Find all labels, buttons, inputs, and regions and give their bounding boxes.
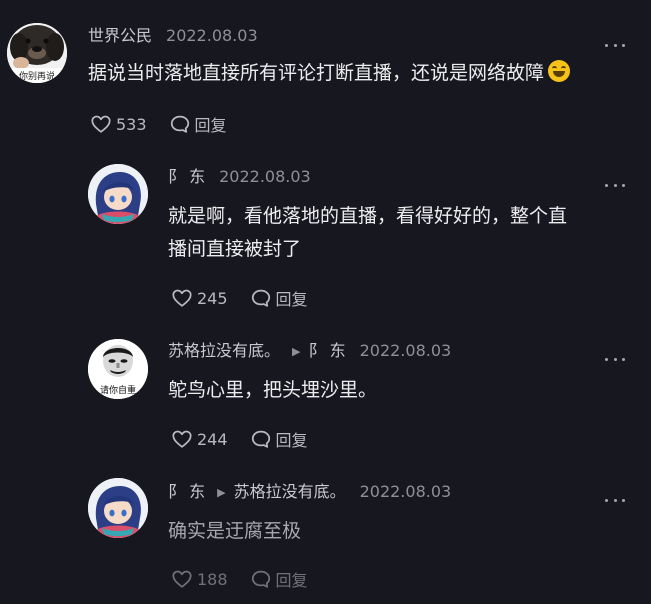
reply-arrow-icon: ▶: [292, 345, 301, 358]
reply-label: 回复: [194, 116, 227, 135]
like-button[interactable]: 188: [171, 568, 228, 590]
heart-icon: [171, 428, 193, 450]
comment-date: 2022.08.03: [166, 26, 258, 45]
anime-girl-avatar-image: [88, 478, 148, 538]
avatar[interactable]: [88, 478, 148, 538]
reply-button[interactable]: 回复: [250, 567, 308, 591]
heart-icon: [171, 568, 193, 590]
reply-label: 回复: [275, 290, 308, 309]
comment-actions: 245 回复: [171, 286, 308, 310]
more-options-button[interactable]: [605, 181, 625, 189]
like-button[interactable]: 244: [171, 428, 228, 450]
heart-icon: [171, 287, 193, 309]
more-options-button[interactable]: [605, 496, 625, 504]
like-count: 244: [197, 429, 228, 449]
avatar[interactable]: 你别再说: [7, 23, 67, 83]
comment-actions: 533 回复: [90, 112, 227, 136]
comment-actions: 244 回复: [171, 427, 308, 451]
anime-girl-avatar-image: [88, 164, 148, 224]
reply-button[interactable]: 回复: [250, 427, 308, 451]
comment-date: 2022.08.03: [219, 167, 311, 186]
reply-to-username[interactable]: 苏格拉没有底。: [234, 482, 346, 501]
more-options-button[interactable]: [605, 355, 625, 363]
reply-arrow-icon: ▶: [217, 486, 226, 499]
comment-bubble-icon: [250, 428, 272, 450]
comment-text-line-1: 就是啊，看他落地的直播，看得好好的，整个直: [168, 205, 568, 227]
avatar[interactable]: [88, 164, 148, 224]
comment-date: 2022.08.03: [359, 341, 452, 360]
like-count: 188: [197, 569, 228, 589]
username[interactable]: 阝 东: [168, 482, 205, 501]
like-button[interactable]: 533: [90, 113, 147, 135]
reply-label: 回复: [275, 431, 308, 450]
reply-label: 回复: [275, 571, 308, 590]
comment-bubble-icon: [250, 568, 272, 590]
meme-face-avatar-image: 请你自重: [88, 339, 148, 399]
like-count: 245: [197, 288, 228, 308]
comment-meta: 阝 东 2022.08.03: [168, 165, 311, 189]
like-button[interactable]: 245: [171, 287, 228, 309]
comment-date: 2022.08.03: [359, 482, 452, 501]
comment-meta: 世界公民 2022.08.03: [88, 24, 258, 48]
comment-text: 就是啊，看他落地的直播，看得好好的，整个直 播间直接被封了: [168, 200, 567, 266]
avatar[interactable]: 请你自重: [88, 339, 148, 399]
username[interactable]: 世界公民: [88, 26, 152, 45]
svg-text:你别再说: 你别再说: [19, 70, 55, 82]
laughing-tears-emoji-icon: [548, 60, 571, 82]
svg-text:请你自重: 请你自重: [100, 384, 136, 396]
comment-text: 据说当时落地直接所有评论打断直播，还说是网络故障: [88, 57, 571, 90]
reply-to-username[interactable]: 阝 东: [308, 341, 345, 360]
comment-meta: 阝 东 ▶ 苏格拉没有底。 2022.08.03: [168, 480, 451, 504]
dog-avatar-image: 你别再说: [7, 23, 67, 83]
comment-text: 确实是迂腐至极: [168, 520, 302, 542]
reply-button[interactable]: 回复: [169, 112, 227, 136]
username[interactable]: 苏格拉没有底。: [168, 341, 280, 360]
comment-text-line-2: 播间直接被封了: [168, 238, 302, 260]
comment-meta: 苏格拉没有底。 ▶ 阝 东 2022.08.03: [168, 339, 451, 363]
comment-bubble-icon: [169, 113, 191, 135]
reply-button[interactable]: 回复: [250, 286, 308, 310]
comment-actions: 188 回复: [171, 567, 308, 591]
comment-text: 鸵鸟心里，把头埋沙里。: [168, 379, 378, 401]
username[interactable]: 阝 东: [168, 167, 205, 186]
like-count: 533: [116, 114, 147, 134]
heart-icon: [90, 113, 112, 135]
comment-bubble-icon: [250, 287, 272, 309]
more-options-button[interactable]: [605, 41, 625, 49]
